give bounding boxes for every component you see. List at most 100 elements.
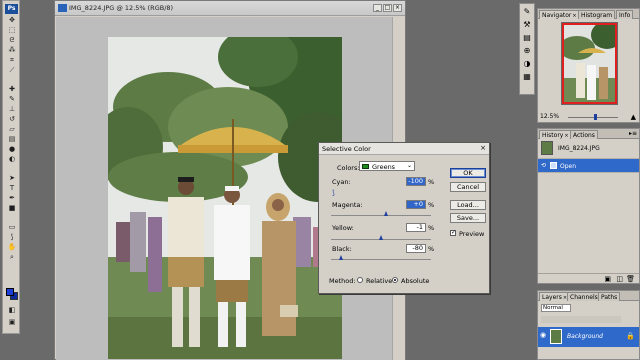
tab-navigator[interactable]: Navigator× xyxy=(539,10,580,19)
tab-paths[interactable]: Paths xyxy=(598,292,621,301)
history-panel: History× Actions ▸≡ IMG_8224.JPG ⟲ Open … xyxy=(537,128,640,284)
ok-button[interactable]: OK xyxy=(450,168,486,178)
new-document-icon[interactable]: ▣ xyxy=(604,275,611,283)
colors-dropdown[interactable]: Greens ⌄ xyxy=(359,161,415,171)
new-snapshot-icon[interactable]: ◫ xyxy=(616,275,623,283)
dialog-close-icon[interactable]: × xyxy=(480,144,486,152)
navigator-view-box[interactable] xyxy=(562,23,617,104)
black-input[interactable]: -80 xyxy=(406,244,426,253)
photoshop-logo[interactable]: Ps xyxy=(5,4,18,14)
layer-row-background[interactable]: ◉ Background 🔒 xyxy=(538,327,639,347)
document-title-bar[interactable]: IMG_8224.JPG @ 12.5% (RGB/8) _ □ × xyxy=(55,1,405,16)
quick-mask-icon[interactable]: ◧ xyxy=(6,306,18,315)
open-step-icon xyxy=(550,162,557,169)
magenta-slider-thumb[interactable] xyxy=(384,211,388,216)
yellow-percent: % xyxy=(428,224,435,232)
navigator-tab-row: Navigator× Histogram Info xyxy=(538,9,639,19)
screen-mode-icon[interactable]: ▣ xyxy=(6,318,18,327)
move-tool-icon[interactable]: ✥ xyxy=(6,16,18,25)
cancel-button[interactable]: Cancel xyxy=(450,182,486,192)
notes-tool-icon[interactable]: ▭ xyxy=(6,223,18,232)
layer-comps-icon[interactable]: ▤ xyxy=(521,33,533,43)
blend-mode-select[interactable]: Normal xyxy=(541,304,571,312)
tool-preset-icon[interactable]: ⚒ xyxy=(521,20,533,30)
history-snapshot-row[interactable]: IMG_8224.JPG xyxy=(538,139,639,159)
layers-panel: Layers× Channels Paths Normal ◉ Backgrou… xyxy=(537,290,640,360)
navigator-zoom-thumb[interactable] xyxy=(594,114,597,120)
blur-tool-icon[interactable]: ● xyxy=(6,145,18,154)
path-selection-tool-icon[interactable]: ➤ xyxy=(6,174,18,183)
tab-close-icon[interactable]: × xyxy=(572,13,576,19)
swatches-icon[interactable]: ▦ xyxy=(521,72,533,82)
eye-icon[interactable]: ◉ xyxy=(540,331,546,339)
brush-tool-icon[interactable]: ✎ xyxy=(6,95,18,104)
layer-thumbnail xyxy=(550,329,562,344)
gradient-tool-icon[interactable]: ▤ xyxy=(6,135,18,144)
layers-tab-row: Layers× Channels Paths xyxy=(538,291,639,301)
history-step-row[interactable]: ⟲ Open xyxy=(538,159,639,173)
hand-tool-icon[interactable]: ✋ xyxy=(6,243,18,252)
lasso-tool-icon[interactable]: ᘓ xyxy=(6,36,18,45)
eraser-tool-icon[interactable]: ▱ xyxy=(6,125,18,134)
absolute-radio[interactable] xyxy=(392,277,398,283)
tab-layers[interactable]: Layers× xyxy=(539,292,571,301)
eyedropper-cursor-icon: ⟆ xyxy=(332,189,335,197)
history-brush-source-icon[interactable]: ⟲ xyxy=(541,162,546,169)
navigator-zoom-slider[interactable] xyxy=(568,117,618,118)
maximize-button[interactable]: □ xyxy=(383,4,392,12)
minimize-button[interactable]: _ xyxy=(373,4,382,12)
crop-tool-icon[interactable]: ⌗ xyxy=(6,56,18,65)
color-panel-icon[interactable]: ◑ xyxy=(521,59,533,69)
clone-stamp-tool-icon[interactable]: ⊥ xyxy=(6,105,18,114)
preview-checkbox[interactable]: ✓ xyxy=(450,230,456,236)
lock-options-row xyxy=(541,316,621,323)
pen-tool-icon[interactable]: ✒ xyxy=(6,194,18,203)
navigator-zoom-value[interactable]: 12.5% xyxy=(540,113,639,122)
healing-brush-tool-icon[interactable]: ✚ xyxy=(6,85,18,94)
shape-tool-icon[interactable]: ■ xyxy=(6,204,18,213)
marquee-tool-icon[interactable]: ⬚ xyxy=(6,26,18,35)
magic-wand-tool-icon[interactable]: ⁂ xyxy=(6,46,18,55)
black-slider-thumb[interactable] xyxy=(339,255,343,260)
preview-label: Preview xyxy=(459,230,485,238)
navigator-thumbnail[interactable] xyxy=(561,22,618,105)
tab-history[interactable]: History× xyxy=(539,130,572,139)
tab-navigator-label: Navigator xyxy=(542,12,572,19)
slice-tool-icon[interactable]: ⟋ xyxy=(6,66,18,75)
history-step-name: Open xyxy=(560,163,577,170)
tab-info[interactable]: Info xyxy=(616,10,634,19)
brush-preset-icon[interactable]: ✎ xyxy=(521,7,533,17)
magenta-slider-track[interactable] xyxy=(331,215,431,216)
yellow-slider-thumb[interactable] xyxy=(379,235,383,240)
black-slider-track[interactable] xyxy=(331,259,431,260)
tools-panel: Ps ✥ ⬚ ᘓ ⁂ ⌗ ⟋ ✚ ✎ ⊥ ↺ ▱ ▤ ● ◐ ➤ T ✒ ■ ▭… xyxy=(2,0,20,334)
zoom-in-icon[interactable]: ▲ xyxy=(631,113,636,121)
dodge-tool-icon[interactable]: ◐ xyxy=(6,155,18,164)
dialog-title-bar[interactable]: Selective Color × xyxy=(319,143,489,155)
close-button[interactable]: × xyxy=(393,4,402,12)
tab-info-label: Info xyxy=(619,12,631,19)
yellow-input[interactable]: -1 xyxy=(406,223,426,232)
history-brush-tool-icon[interactable]: ↺ xyxy=(6,115,18,124)
eyedropper-tool-icon[interactable]: ⟆ xyxy=(6,233,18,242)
document-icon xyxy=(58,4,67,12)
magenta-input[interactable]: +0 xyxy=(406,200,426,209)
trash-icon[interactable]: 🗑 xyxy=(626,275,635,283)
cyan-input[interactable]: -100 xyxy=(406,177,426,186)
tab-channels-label: Channels xyxy=(570,294,598,301)
save-button[interactable]: Save... xyxy=(450,213,486,223)
type-tool-icon[interactable]: T xyxy=(6,184,18,193)
relative-label: Relative xyxy=(366,277,393,285)
zoom-tool-icon[interactable]: ⌕ xyxy=(6,253,18,262)
clone-source-icon[interactable]: ⊕ xyxy=(521,46,533,56)
tab-channels[interactable]: Channels xyxy=(567,292,601,301)
tab-histogram[interactable]: Histogram xyxy=(578,10,616,19)
history-tab-row: History× Actions ▸≡ xyxy=(538,129,639,139)
tab-actions[interactable]: Actions xyxy=(570,130,598,139)
layer-name: Background xyxy=(567,333,603,340)
panel-menu-icon[interactable]: ▸≡ xyxy=(629,130,637,137)
relative-radio[interactable] xyxy=(357,277,363,283)
foreground-color-swatch[interactable] xyxy=(6,288,14,296)
load-button[interactable]: Load... xyxy=(450,200,486,210)
snapshot-thumbnail xyxy=(541,141,553,155)
